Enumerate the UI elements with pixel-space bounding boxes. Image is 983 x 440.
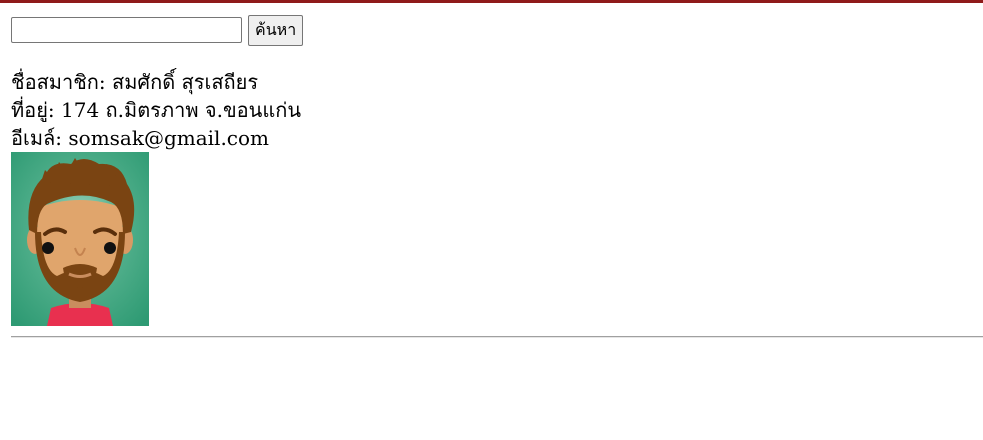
page-content: ค้นหา ชื่อสมาชิก: สมศักดิ์ สุรเสถียร ที่… [11,14,983,326]
member-name-label: ชื่อสมาชิก: [11,70,106,94]
search-button[interactable]: ค้นหา [248,14,304,46]
member-address-value: 174 ถ.มิตรภาพ จ.ขอนแก่น [61,98,301,122]
bearded-man-avatar-icon [11,152,149,326]
search-input[interactable] [11,17,242,43]
top-accent-bar [0,0,983,3]
member-info: ชื่อสมาชิก: สมศักดิ์ สุรเสถียร ที่อยู่: … [11,68,983,152]
member-email-value: somsak@gmail.com [68,126,270,150]
member-address-label: ที่อยู่: [11,98,55,122]
horizontal-divider [11,336,983,338]
member-email-line: อีเมล์: somsak@gmail.com [11,124,983,152]
member-name-value: สมศักดิ์ สุรเสถียร [112,70,259,94]
member-name-line: ชื่อสมาชิก: สมศักดิ์ สุรเสถียร [11,68,983,96]
member-email-label: อีเมล์: [11,126,63,150]
search-form: ค้นหา [11,14,983,46]
avatar [11,152,149,326]
member-address-line: ที่อยู่: 174 ถ.มิตรภาพ จ.ขอนแก่น [11,96,983,124]
